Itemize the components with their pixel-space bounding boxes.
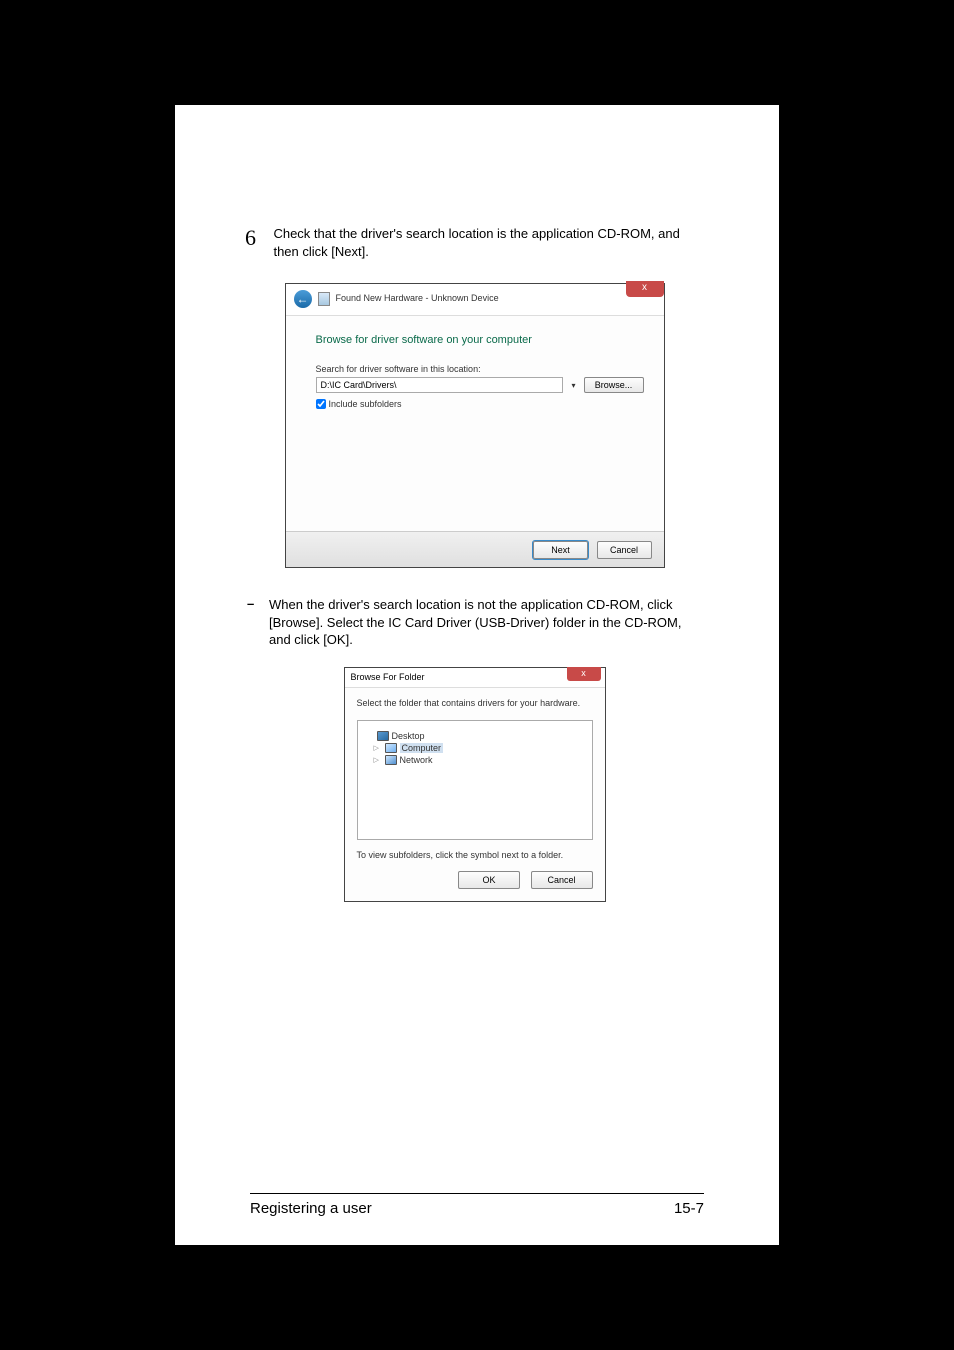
step-number: 6 (245, 225, 263, 251)
expand-icon[interactable]: ▷ (374, 744, 382, 752)
subfolder-hint: To view subfolders, click the symbol nex… (357, 850, 593, 860)
found-hardware-dialog: x ← Found New Hardware - Unknown Device … (285, 283, 665, 568)
expand-icon[interactable]: ▷ (374, 756, 382, 764)
folder-tree[interactable]: Desktop ▷ Computer ▷ Network (357, 720, 593, 840)
ok-button[interactable]: OK (458, 871, 520, 889)
tree-network[interactable]: Network (400, 755, 433, 765)
include-subfolders-checkbox[interactable] (316, 399, 326, 409)
select-folder-text: Select the folder that contains drivers … (357, 698, 593, 708)
sub-instruction: When the driver's search location is not… (269, 596, 704, 649)
footer-section: Registering a user (250, 1200, 372, 1217)
cancel-button[interactable]: Cancel (531, 871, 593, 889)
search-path-input[interactable] (316, 377, 564, 393)
footer-divider (250, 1193, 704, 1194)
close-icon[interactable]: x (626, 281, 664, 297)
step-instruction: Check that the driver's search location … (273, 225, 693, 261)
wizard-icon (318, 292, 330, 306)
dropdown-icon[interactable]: ▾ (567, 381, 579, 390)
network-icon (385, 755, 397, 765)
browse-folder-dialog: Browse For Folder x Select the folder th… (344, 667, 606, 902)
tree-computer[interactable]: Computer (400, 743, 444, 753)
cancel-button[interactable]: Cancel (597, 541, 652, 559)
tree-desktop[interactable]: Desktop (392, 731, 425, 741)
browse-button[interactable]: Browse... (584, 377, 644, 393)
computer-icon (385, 743, 397, 753)
dialog-title: Found New Hardware - Unknown Device (336, 293, 499, 303)
include-subfolders-label: Include subfolders (329, 399, 402, 409)
next-button[interactable]: Next (533, 541, 588, 559)
search-label: Search for driver software in this locat… (316, 364, 644, 374)
list-dash: – (245, 596, 269, 649)
desktop-icon (377, 731, 389, 741)
browse-heading: Browse for driver software on your compu… (316, 334, 644, 346)
dialog2-title: Browse For Folder (351, 672, 425, 682)
footer-page-number: 15-7 (674, 1200, 704, 1217)
back-icon[interactable]: ← (294, 290, 312, 308)
close-icon[interactable]: x (567, 667, 601, 681)
